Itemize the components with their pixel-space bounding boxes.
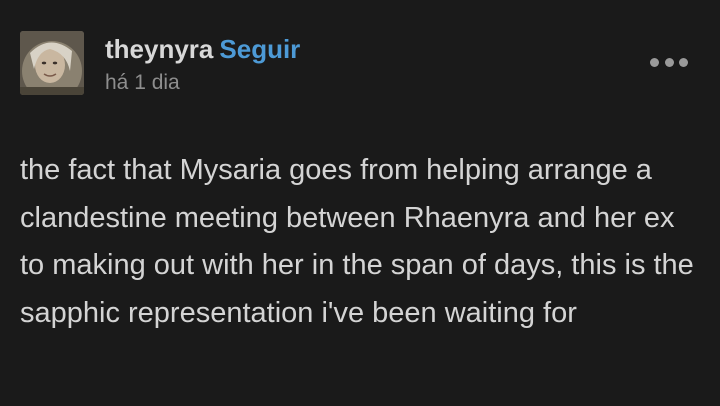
more-horizontal-icon-dot [650,57,659,67]
post-card: theynyra Seguir há 1 dia the fact that My… [0,0,720,406]
post-body-text: the fact that Mysaria goes from helping … [20,154,694,329]
post-header: theynyra Seguir há 1 dia [20,31,700,95]
timestamp[interactable]: há 1 dia [105,69,300,97]
follow-button[interactable]: Seguir [219,34,300,64]
avatar[interactable] [20,31,84,95]
more-options-button[interactable] [650,55,688,69]
post-meta: theynyra Seguir há 1 dia [105,33,300,97]
more-horizontal-icon-dot [664,57,674,67]
avatar-image [20,31,84,95]
username[interactable]: theynyra [105,34,213,64]
more-horizontal-icon-dot [679,57,688,67]
name-row: theynyra Seguir [105,33,300,65]
